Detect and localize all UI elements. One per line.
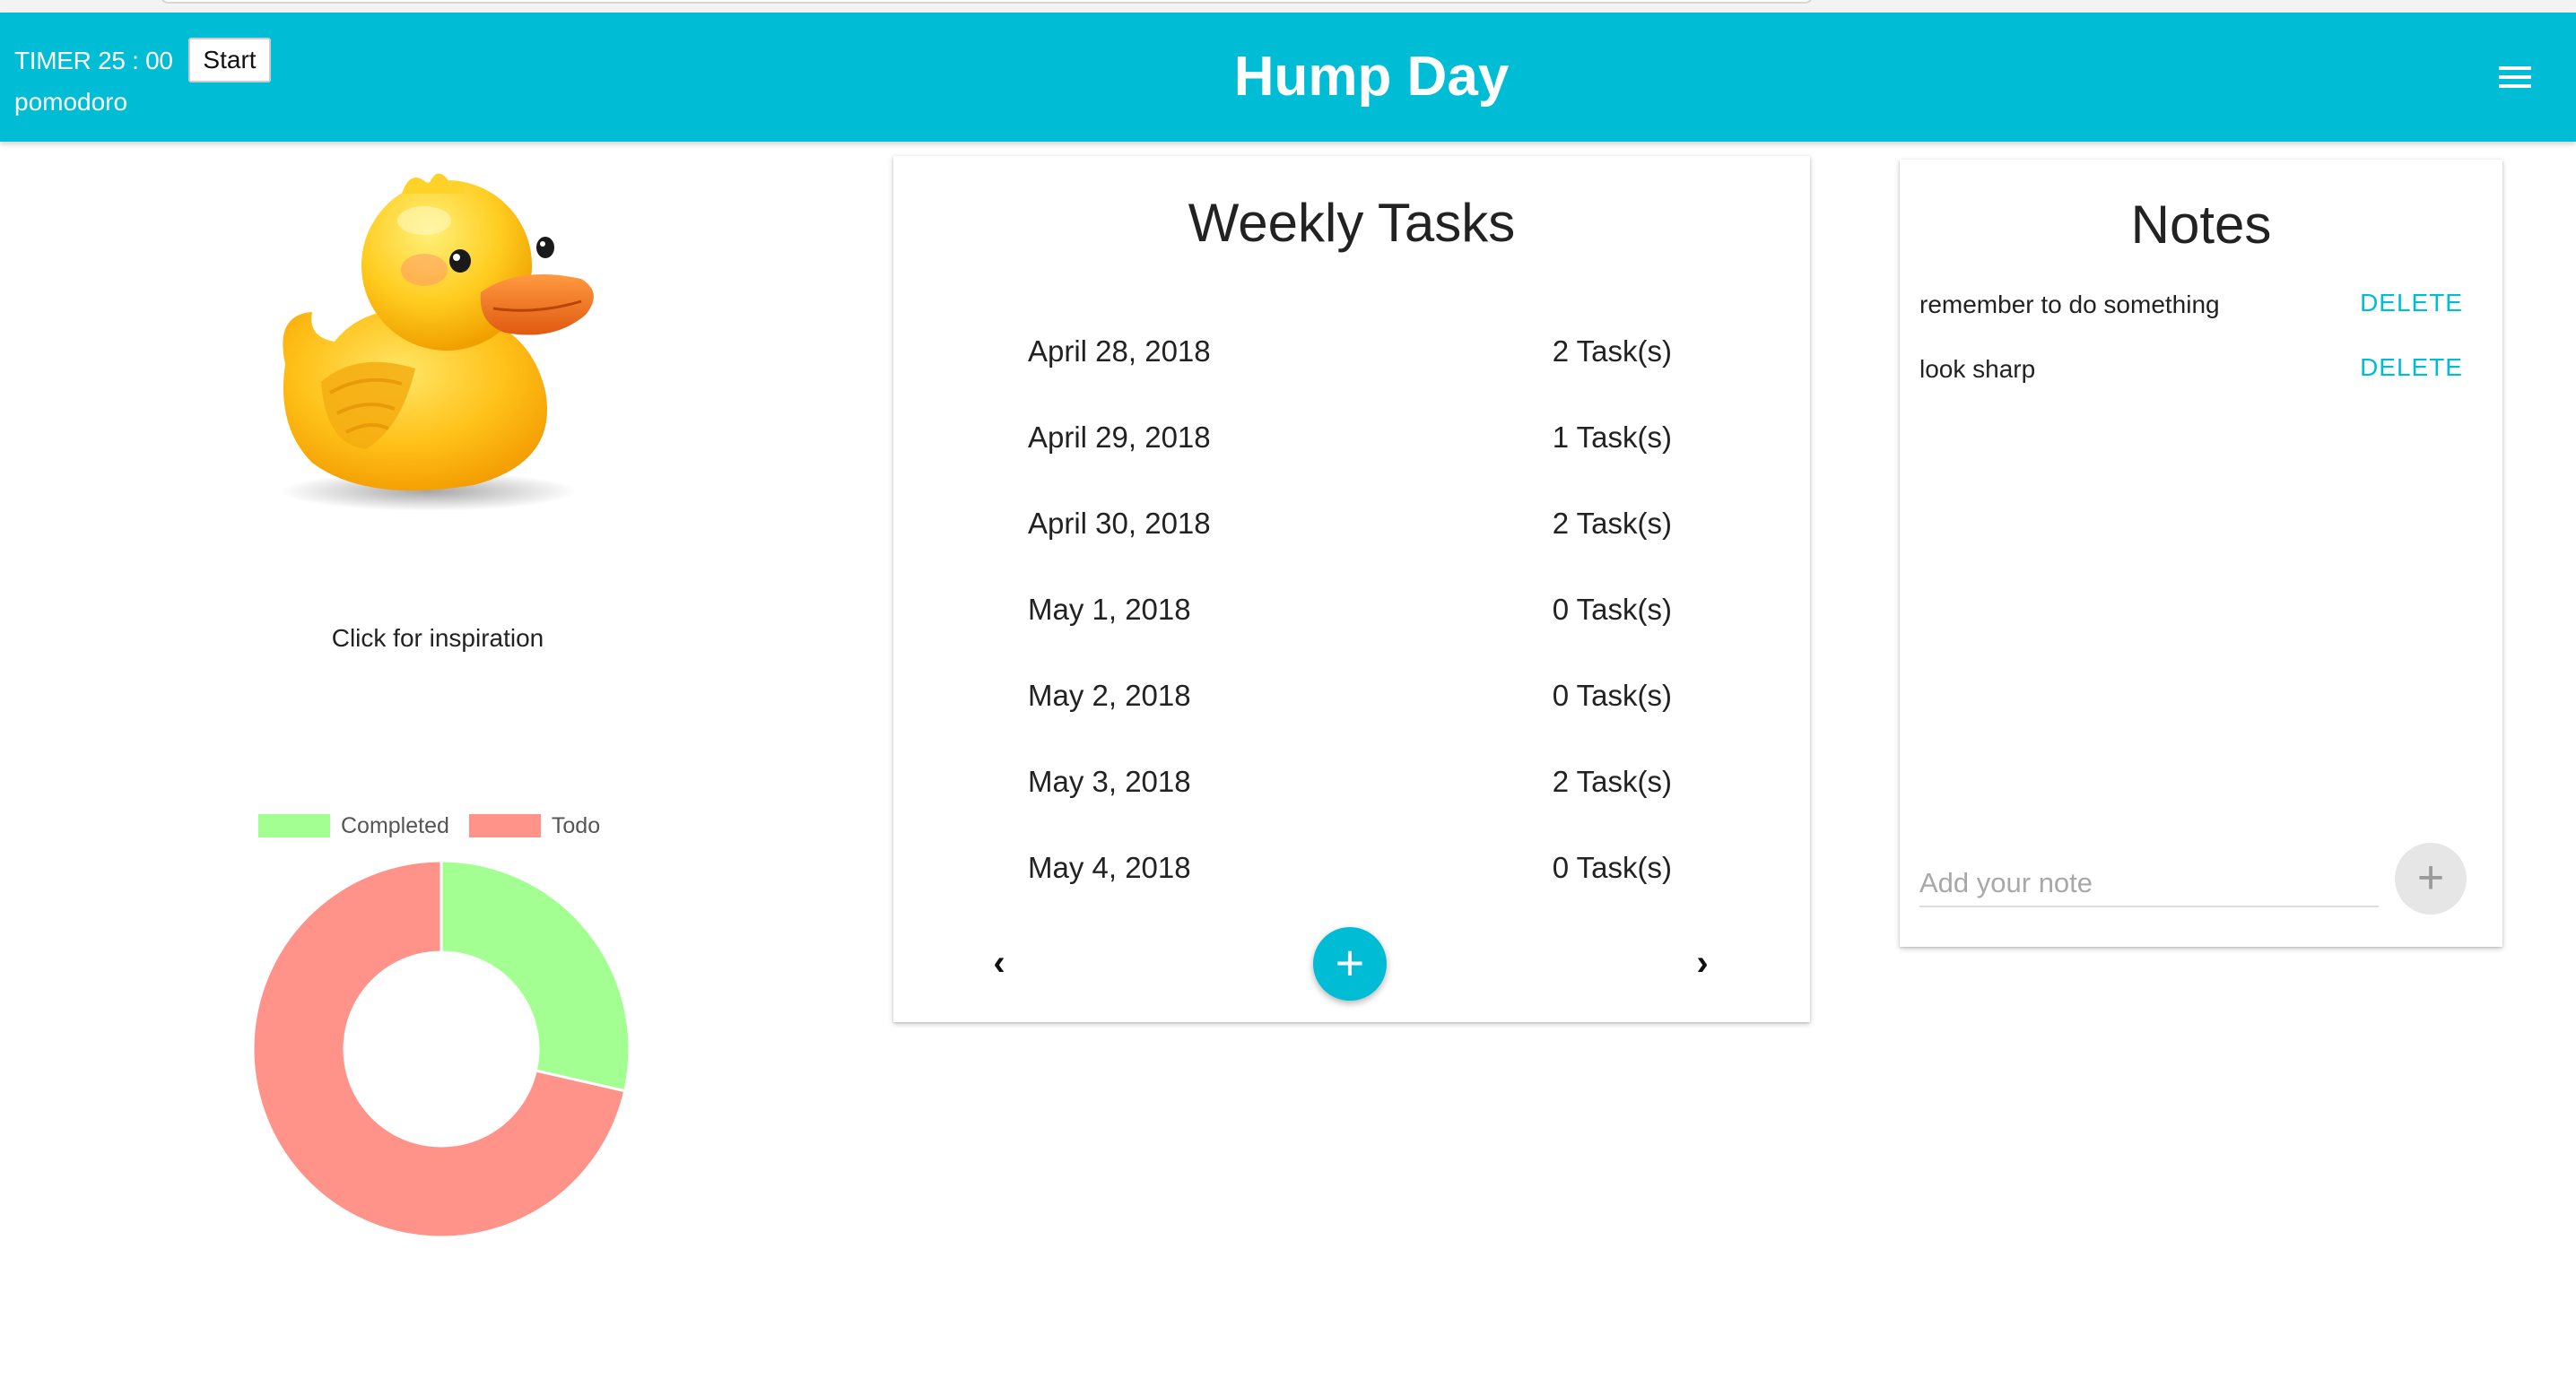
task-day-count: 2 Task(s) (1552, 765, 1672, 798)
legend-label-todo: Todo (551, 812, 601, 838)
task-day-count: 2 Task(s) (1552, 334, 1672, 368)
chart-legend: Completed Todo (258, 812, 620, 839)
weekly-tasks-card: Weekly Tasks April 28, 2018 2 Task(s) Ap… (893, 156, 1810, 1022)
app-header: TIMER 25 : 00 Start pomodoro Hump Day (0, 13, 2576, 142)
delete-note-button[interactable]: DELETE (2360, 289, 2463, 317)
task-day-date: May 1, 2018 (1028, 593, 1191, 626)
task-day-row[interactable]: May 1, 2018 0 Task(s) (1028, 581, 1672, 638)
note-text: remember to do something (1919, 291, 2220, 318)
task-day-row[interactable]: May 2, 2018 0 Task(s) (1028, 667, 1672, 724)
task-day-date: May 4, 2018 (1028, 851, 1191, 884)
delete-note-button[interactable]: DELETE (2360, 353, 2463, 382)
notes-card: Notes remember to do something DELETE lo… (1900, 160, 2502, 947)
task-day-row[interactable]: April 28, 2018 2 Task(s) (1028, 323, 1672, 380)
pomodoro-label: pomodoro (14, 88, 128, 116)
notes-title: Notes (2130, 195, 2272, 255)
chevron-left-icon[interactable]: ‹ (981, 945, 1017, 981)
task-day-date: May 2, 2018 (1028, 679, 1191, 712)
task-day-date: April 30, 2018 (1028, 507, 1211, 540)
add-task-button[interactable]: + (1313, 927, 1387, 1001)
note-text: look sharp (1919, 355, 2036, 383)
duck-illustration (281, 173, 594, 511)
app-title: Hump Day (1233, 46, 1510, 108)
legend-swatch-todo (468, 814, 541, 837)
task-day-date: April 28, 2018 (1028, 334, 1211, 368)
browser-top-strip (0, 0, 2576, 13)
browser-address-bar-edge (160, 0, 1814, 4)
legend-label-completed: Completed (341, 812, 449, 838)
task-day-count: 1 Task(s) (1552, 421, 1672, 454)
menu-bar-line (2499, 84, 2531, 88)
timer-start-button[interactable]: Start (188, 38, 271, 82)
task-day-count: 0 Task(s) (1552, 679, 1672, 712)
app-title-wrap: Hump Day (0, 45, 2576, 108)
add-note-input[interactable] (1919, 861, 2379, 907)
task-day-date: May 3, 2018 (1028, 765, 1191, 798)
task-day-row[interactable]: April 29, 2018 1 Task(s) (1028, 409, 1672, 466)
note-item: remember to do something DELETE (1919, 287, 2463, 323)
hamburger-menu-icon[interactable] (2499, 66, 2531, 93)
doughnut-slice-completed[interactable] (439, 859, 631, 1093)
timer-display: TIMER 25 : 00 (14, 47, 173, 74)
note-item: look sharp DELETE (1919, 351, 2463, 387)
weekly-tasks-title: Weekly Tasks (1188, 193, 1516, 253)
task-day-count: 0 Task(s) (1552, 851, 1672, 884)
menu-bar-line (2499, 66, 2531, 70)
task-day-row[interactable]: May 3, 2018 2 Task(s) (1028, 753, 1672, 811)
task-day-row[interactable]: May 4, 2018 0 Task(s) (1028, 839, 1672, 897)
duck-inspiration-image[interactable] (258, 158, 608, 516)
legend-swatch-completed (258, 814, 330, 837)
add-note-button[interactable]: + (2395, 843, 2467, 915)
inspiration-caption[interactable]: Click for inspiration (258, 624, 617, 653)
task-progress-doughnut-chart (251, 859, 631, 1239)
task-day-count: 2 Task(s) (1552, 507, 1672, 540)
task-day-count: 0 Task(s) (1552, 593, 1672, 626)
menu-bar-line (2499, 75, 2531, 79)
task-day-date: April 29, 2018 (1028, 421, 1211, 454)
chevron-right-icon[interactable]: › (1684, 945, 1720, 981)
task-day-row[interactable]: April 30, 2018 2 Task(s) (1028, 495, 1672, 552)
